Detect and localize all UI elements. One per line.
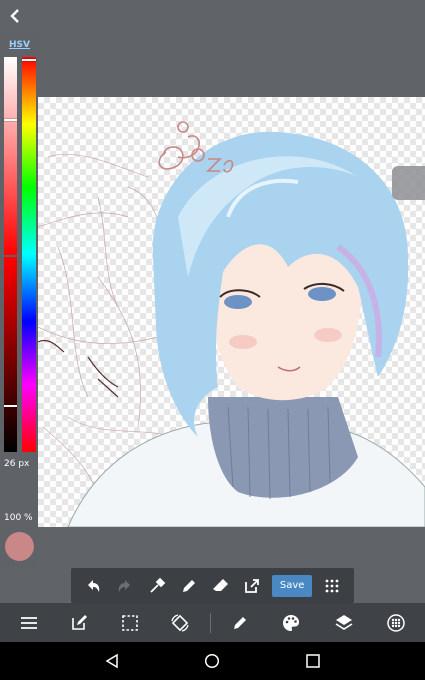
grid-icon — [325, 579, 339, 592]
menu-button[interactable] — [17, 611, 41, 635]
recents-square-icon — [306, 654, 320, 668]
settings-icon — [387, 614, 405, 632]
eraser-icon — [213, 578, 229, 591]
undo-button[interactable] — [77, 570, 109, 602]
edit-button[interactable] — [67, 611, 91, 635]
hue-marker[interactable] — [22, 59, 36, 61]
saturation-marker[interactable] — [4, 119, 17, 121]
redo-button[interactable] — [109, 570, 141, 602]
grid-menu-button[interactable] — [316, 570, 348, 602]
edit-icon — [72, 615, 87, 630]
selection-button[interactable] — [118, 611, 142, 635]
layers-button[interactable] — [332, 611, 356, 635]
home-circle-icon — [204, 653, 220, 669]
bottom-toolbar — [0, 603, 425, 642]
save-button[interactable]: Save — [272, 574, 313, 597]
export-button[interactable] — [236, 570, 268, 602]
saturation-slider[interactable] — [4, 57, 17, 255]
brush-size-label[interactable]: 26 px — [4, 459, 29, 469]
hue-slider[interactable] — [22, 57, 36, 452]
undo-icon — [87, 579, 100, 592]
settings-button[interactable] — [384, 611, 408, 635]
transform-icon — [171, 614, 189, 632]
pen-tool-button[interactable] — [173, 570, 205, 602]
value-slider[interactable] — [4, 257, 17, 452]
drawing-canvas[interactable] — [38, 97, 425, 527]
eyedropper-button[interactable] — [141, 570, 173, 602]
layers-icon — [335, 615, 353, 630]
opacity-label[interactable]: 100 % — [4, 513, 33, 523]
value-marker[interactable] — [4, 405, 17, 407]
nav-home-button[interactable] — [204, 653, 220, 673]
palette-button[interactable] — [279, 611, 303, 635]
menu-icon — [21, 617, 37, 629]
system-nav-bar — [0, 642, 425, 680]
eraser-button[interactable] — [205, 570, 237, 602]
chevron-left-icon — [10, 9, 19, 23]
transform-button[interactable] — [168, 611, 192, 635]
toolbar-divider — [210, 613, 211, 633]
back-triangle-icon — [105, 653, 118, 669]
color-mode-label[interactable]: HSV — [9, 40, 30, 50]
redo-icon — [118, 579, 130, 592]
floating-toolbar: Save — [71, 568, 354, 603]
palette-icon — [283, 615, 299, 631]
nav-back-button[interactable] — [104, 653, 120, 673]
pen-icon — [182, 579, 195, 592]
artwork — [38, 121, 425, 527]
eyedropper-icon — [150, 577, 165, 593]
nav-recents-button[interactable] — [305, 653, 321, 673]
current-color-swatch[interactable] — [5, 532, 34, 561]
brush-button[interactable] — [228, 611, 252, 635]
brush-icon — [234, 617, 246, 629]
side-panel-handle[interactable] — [392, 166, 425, 200]
selection-icon — [122, 615, 138, 631]
export-icon — [245, 578, 260, 593]
back-button[interactable] — [6, 6, 28, 28]
drawing-app: HSV 26 px 100 % Save — [0, 0, 425, 680]
